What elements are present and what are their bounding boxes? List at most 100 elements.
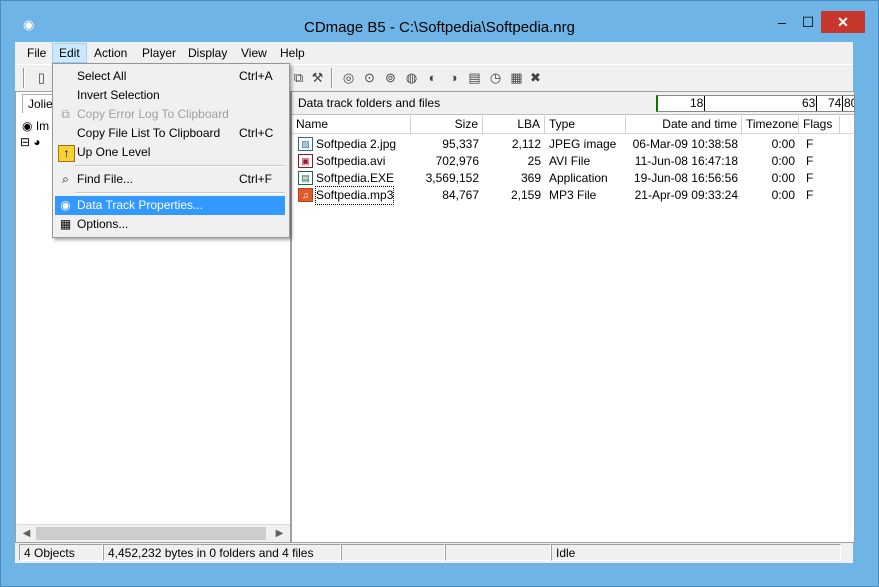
- col-name[interactable]: Name: [292, 116, 411, 133]
- menu-find-file[interactable]: ⌕ Find File... Ctrl+F: [55, 170, 285, 189]
- options-icon: ▦: [59, 217, 72, 231]
- scroll-right-icon[interactable]: ▶: [271, 525, 288, 542]
- file-size: 3,569,152: [425, 171, 479, 185]
- status-state: Idle: [551, 544, 841, 561]
- file-flags: F: [806, 171, 814, 185]
- folder-up-icon: ↑: [58, 145, 75, 162]
- disc-play-icon[interactable]: ◐: [424, 69, 441, 86]
- menu-up-one-level[interactable]: ↑ Up One Level: [55, 143, 285, 162]
- layout-value-1: 18: [690, 96, 704, 110]
- menu-item-label: Copy Error Log To Clipboard: [77, 107, 229, 121]
- disc-extract-icon[interactable]: ◑: [445, 69, 462, 86]
- menu-options[interactable]: ▦ Options...: [55, 215, 285, 234]
- menu-invert-selection[interactable]: Invert Selection: [55, 86, 285, 105]
- status-empty-1: [341, 544, 445, 561]
- status-bar: 4 Objects 4,452,232 bytes in 0 folders a…: [15, 543, 853, 563]
- column-headers: Name Size LBA Type Date and time Timezon…: [292, 116, 854, 134]
- menu-copy-file-list[interactable]: Copy File List To Clipboard Ctrl+C: [55, 124, 285, 143]
- col-size[interactable]: Size: [411, 116, 483, 133]
- status-empty-2: [445, 544, 551, 561]
- menu-select-all[interactable]: Select All Ctrl+A: [55, 67, 285, 86]
- tree-expander[interactable]: ⊟ ◕: [20, 134, 41, 150]
- document-icon[interactable]: ▤: [466, 69, 483, 86]
- file-list-pane[interactable]: Data track folders and files 18 63 74 80…: [291, 91, 855, 543]
- close-button[interactable]: ✕: [821, 11, 865, 33]
- file-type: AVI File: [549, 154, 591, 168]
- file-lba: 369: [520, 171, 541, 185]
- menu-separator: [75, 192, 285, 194]
- table-row[interactable]: ▨ Softpedia 2.jpg 95,337 2,112 JPEG imag…: [292, 136, 854, 153]
- menu-display[interactable]: Display: [182, 44, 233, 62]
- menu-action[interactable]: Action: [88, 44, 133, 62]
- layout-value-3: 74: [828, 96, 842, 110]
- app-icon: ▤: [298, 171, 313, 185]
- disc-zoom-icon[interactable]: ⊚: [382, 69, 399, 86]
- copy-icon[interactable]: ⧉: [290, 69, 307, 86]
- disc-properties-icon: ◉: [60, 198, 71, 212]
- file-lba: 2,159: [510, 188, 541, 202]
- video-icon: ▣: [298, 154, 313, 168]
- maximize-button[interactable]: ☐: [795, 11, 821, 33]
- col-lba[interactable]: LBA: [483, 116, 545, 133]
- file-timezone: 0:00: [771, 188, 795, 202]
- menu-item-label: Find File...: [77, 172, 134, 186]
- status-objects: 4 Objects: [19, 544, 103, 561]
- menu-data-track-properties[interactable]: ◉ Data Track Properties...: [55, 196, 285, 215]
- layout-value-2: 63: [802, 96, 816, 110]
- col-timezone[interactable]: Timezone: [742, 116, 799, 133]
- col-type[interactable]: Type: [545, 116, 626, 133]
- menu-help[interactable]: Help: [274, 44, 311, 62]
- file-name: Softpedia.mp3: [314, 186, 395, 205]
- edit-menu-dropdown: Select All Ctrl+A Invert Selection ⧉ Cop…: [52, 63, 290, 238]
- menu-item-label: Data Track Properties...: [77, 198, 204, 212]
- menu-player[interactable]: Player: [136, 44, 182, 62]
- pane-title: Data track folders and files: [298, 96, 441, 110]
- search-icon: ⌕: [62, 172, 69, 186]
- menu-edit[interactable]: Edit: [52, 43, 87, 63]
- scroll-thumb[interactable]: [36, 527, 266, 540]
- disc-icon: ◉: [22, 119, 33, 133]
- file-timezone: 0:00: [771, 137, 795, 151]
- tools-icon[interactable]: ⚒: [309, 69, 326, 86]
- table-row[interactable]: ▣ Softpedia.avi 702,976 25 AVI File 11-J…: [292, 153, 854, 170]
- file-date: 19-Jun-08 16:56:56: [633, 171, 738, 185]
- horizontal-scrollbar[interactable]: ◀ ▶: [16, 524, 290, 542]
- file-type: JPEG image: [549, 137, 617, 151]
- menu-item-label: Copy File List To Clipboard: [77, 126, 221, 140]
- minimize-button[interactable]: –: [769, 11, 795, 33]
- disc-search-icon[interactable]: ⊙: [361, 69, 378, 86]
- menu-bar: File Edit Action Player Display View Hel…: [15, 42, 853, 63]
- col-date[interactable]: Date and time: [626, 116, 742, 133]
- disc-check-icon[interactable]: ◎: [340, 69, 357, 86]
- file-name: Softpedia.avi: [316, 154, 386, 168]
- file-timezone: 0:00: [771, 171, 795, 185]
- track-layout-bar: 18 63 74 80: [656, 95, 855, 112]
- file-date: 06-Mar-09 10:38:58: [632, 137, 738, 151]
- stop-icon[interactable]: ✖: [527, 69, 544, 86]
- file-date: 21-Apr-09 09:33:24: [634, 188, 738, 202]
- menu-file[interactable]: File: [21, 44, 52, 62]
- track-icon: ◕: [33, 135, 41, 149]
- col-flags[interactable]: Flags: [799, 116, 840, 133]
- grid-icon[interactable]: ▦: [508, 69, 525, 86]
- file-name: Softpedia 2.jpg: [316, 137, 397, 151]
- file-timezone: 0:00: [771, 154, 795, 168]
- disc-props-icon[interactable]: ◍: [403, 69, 420, 86]
- menu-copy-error-log[interactable]: ⧉ Copy Error Log To Clipboard: [55, 105, 285, 124]
- file-size: 95,337: [442, 137, 479, 151]
- tree-item-image[interactable]: ◉ Im: [22, 118, 49, 134]
- file-name: Softpedia.EXE: [316, 171, 395, 185]
- audio-icon: ♫: [298, 188, 313, 202]
- table-row[interactable]: ▤ Softpedia.EXE 3,569,152 369 Applicatio…: [292, 170, 854, 187]
- scroll-left-icon[interactable]: ◀: [18, 525, 35, 542]
- menu-view[interactable]: View: [235, 44, 273, 62]
- new-file-icon[interactable]: ▯: [33, 69, 50, 86]
- collapse-icon[interactable]: ⊟: [20, 135, 30, 149]
- file-type: Application: [549, 171, 608, 185]
- table-row[interactable]: ♫ Softpedia.mp3 84,767 2,159 MP3 File 21…: [292, 186, 854, 205]
- title-bar[interactable]: ◉ CDmage B5 - C:\Softpedia\Softpedia.nrg…: [1, 1, 878, 41]
- timer-icon[interactable]: ◷: [487, 69, 504, 86]
- menu-separator: [75, 165, 285, 167]
- file-lba: 25: [527, 154, 541, 168]
- image-icon: ▨: [298, 137, 313, 151]
